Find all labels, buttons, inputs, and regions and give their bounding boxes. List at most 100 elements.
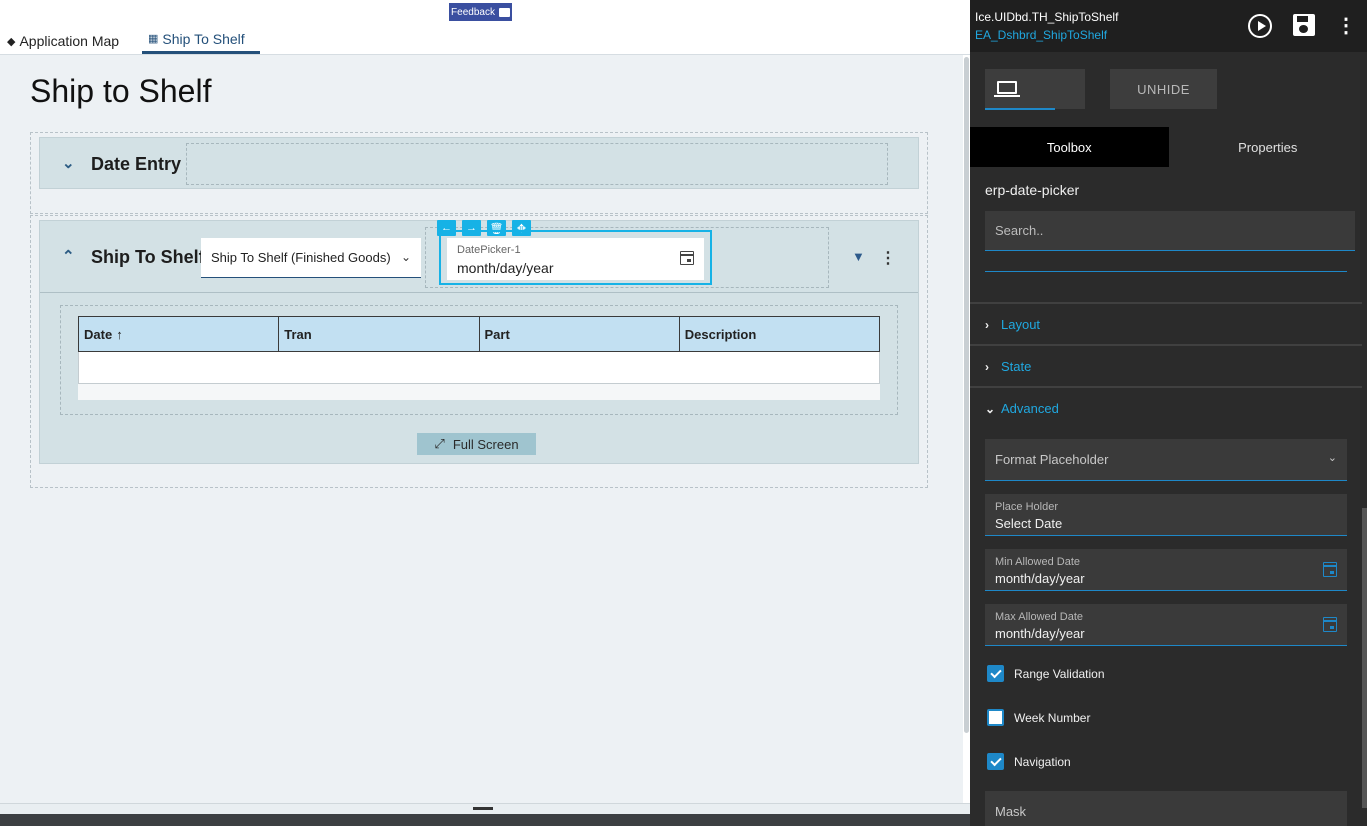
chevron-right-icon: › [985,317,989,332]
bottom-dock [0,814,970,826]
ship-to-shelf-title: Ship To Shelf [91,247,205,267]
layers-icon: ◆ [7,35,16,48]
grid-column-date[interactable]: Date ↑ [79,317,280,351]
designer-header: Ice.UIDbd.TH_ShipToShelf EA_Dshbrd_ShipT… [970,0,1367,52]
section-advanced-label: Advanced [1001,401,1059,416]
filter-icon[interactable]: ▼ [852,249,865,264]
datepicker-selection[interactable]: DatePicker-1 month/day/year [439,230,712,285]
section-divider [970,386,1362,388]
search-underline [985,271,1347,272]
navigation-label: Navigation [1014,754,1071,769]
grid-column-tran[interactable]: Tran [279,317,480,351]
navigation-checkbox[interactable]: Navigation [987,753,1071,770]
table-row[interactable] [78,352,880,384]
nav-application-map[interactable]: ◆ Application Map [7,28,119,54]
desktop-view-button[interactable] [985,69,1085,110]
ship-to-shelf-panel: ⌃ Ship To Shelf Ship To Shelf (Finished … [39,220,919,464]
range-validation-checkbox[interactable]: Range Validation [987,665,1105,682]
tab-properties[interactable]: Properties [1168,127,1367,167]
checkbox-checked-icon[interactable] [987,665,1004,682]
date-entry-dropzone[interactable] [186,143,888,185]
week-number-checkbox[interactable]: Week Number [987,709,1090,726]
chevron-right-icon: › [985,359,989,374]
dashboard-canvas: Ship to Shelf ⌄ Date Entry ⌃ Ship To She… [0,55,963,803]
chevron-down-icon[interactable]: ⌄ [62,154,75,172]
chat-bubble-icon [498,7,510,17]
place-holder-value: Select Date [995,516,1063,531]
calendar-icon[interactable] [1323,562,1337,577]
grid-header: Date ↑ Tran Part Description [78,316,880,352]
section-layout-label: Layout [1001,317,1041,332]
feedback-label: Feedback [451,6,495,18]
date-entry-title: Date Entry [91,154,182,174]
full-screen-button[interactable]: ⤢ Full Screen [417,433,536,455]
mask-field[interactable]: Mask [985,791,1347,826]
min-allowed-date-field[interactable]: Min Allowed Date month/day/year [985,549,1347,591]
resize-handle[interactable] [473,807,493,810]
max-allowed-date-field[interactable]: Max Allowed Date month/day/year [985,604,1347,646]
save-icon[interactable] [1293,14,1315,36]
section-state-label: State [1001,359,1032,374]
grid-column-description[interactable]: Description [680,317,879,351]
format-placeholder-label: Format Placeholder [995,452,1109,467]
section-advanced[interactable]: ⌄ Advanced [985,401,1059,416]
ship-to-shelf-select[interactable]: Ship To Shelf (Finished Goods) ⌄ [201,238,421,278]
designer-title: Ice.UIDbd.TH_ShipToShelf [975,10,1119,24]
calendar-icon[interactable] [680,251,694,265]
unhide-button[interactable]: UNHIDE [1110,69,1217,109]
search-placeholder: Search.. [995,223,1044,238]
more-options-icon[interactable]: ⋮ [1336,14,1356,38]
date-entry-panel: ⌄ Date Entry [39,137,919,189]
chevron-up-icon[interactable]: ⌃ [62,247,75,265]
section-divider [970,344,1362,346]
checkbox-unchecked-icon[interactable] [987,709,1004,726]
laptop-base [994,95,1020,97]
sort-ascending-icon: ↑ [116,326,123,342]
chevron-down-icon: ⌄ [400,250,411,264]
grid-footer [78,384,880,400]
min-allowed-date-value: month/day/year [995,571,1085,586]
tab-toolbox[interactable]: Toolbox [970,127,1169,167]
mask-label: Mask [995,804,1027,819]
grid-column-date-label: Date [84,326,113,342]
section-state[interactable]: › State [985,359,1031,374]
calendar-icon[interactable] [1323,617,1337,632]
grid-column-part-label: Part [484,326,510,342]
data-grid: Date ↑ Tran Part Description [78,316,880,400]
dashboard-icon: ▦ [148,33,159,45]
designer-panel: Ice.UIDbd.TH_ShipToShelf EA_Dshbrd_ShipT… [970,0,1367,826]
play-icon[interactable] [1248,14,1272,38]
grid-column-part[interactable]: Part [480,317,680,351]
checkbox-checked-icon[interactable] [987,753,1004,770]
grid-column-tran-label: Tran [284,326,312,342]
designer-scrollbar[interactable] [1362,508,1367,808]
datepicker-field[interactable]: DatePicker-1 month/day/year [447,238,704,280]
nav-tab-ship-to-shelf-label: Ship To Shelf [162,30,245,47]
panel-divider [40,292,918,293]
nav-application-map-label: Application Map [19,33,120,49]
section-layout[interactable]: › Layout [985,317,1040,332]
max-allowed-date-label: Max Allowed Date [995,611,1084,623]
active-indicator [985,108,1055,110]
week-number-label: Week Number [1014,710,1091,725]
page-title: Ship to Shelf [30,73,212,109]
top-navigation: ◆ Application Map ▦ Ship To Shelf Feedba… [0,0,970,55]
full-screen-label: Full Screen [452,436,519,452]
designer-tabs: Toolbox Properties [970,127,1367,167]
designer-subtitle-link[interactable]: EA_Dshbrd_ShipToShelf [975,28,1107,42]
feedback-button[interactable]: Feedback [449,3,512,21]
more-options-icon[interactable]: ⋮ [880,248,896,268]
nav-tab-ship-to-shelf[interactable]: ▦ Ship To Shelf [142,26,260,54]
bottom-bar [0,803,970,826]
chevron-down-icon: ⌄ [1327,452,1337,464]
canvas-scrollbar[interactable] [964,57,969,733]
grid-column-description-label: Description [684,326,757,342]
format-placeholder-select[interactable]: Format Placeholder ⌄ [985,439,1347,481]
max-allowed-date-value: month/day/year [995,626,1085,641]
component-name: erp-date-picker [985,182,1080,198]
laptop-icon [997,81,1017,94]
search-input[interactable]: Search.. [985,211,1355,251]
ship-to-shelf-select-value: Ship To Shelf (Finished Goods) [211,250,391,265]
place-holder-field[interactable]: Place Holder Select Date [985,494,1347,536]
datepicker-value: month/day/year [457,260,554,276]
